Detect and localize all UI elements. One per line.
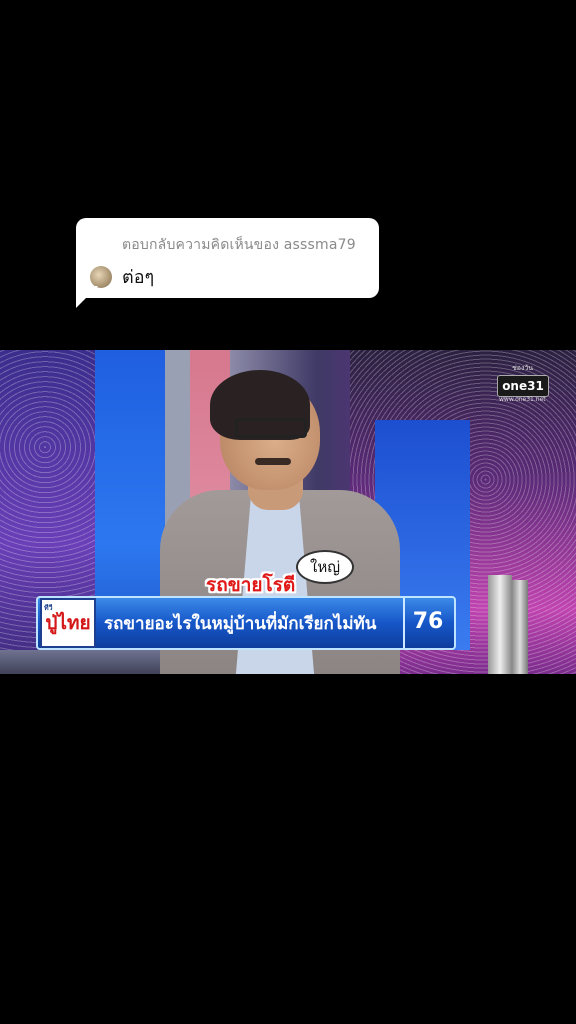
show-logo-small: ทีวี bbox=[44, 604, 53, 612]
glass-pole bbox=[488, 575, 512, 674]
reply-comment-text: ต่อๆ bbox=[122, 267, 155, 288]
reply-comment-bubble[interactable]: ตอบกลับความคิดเห็นของ asssma79 ต่อๆ bbox=[76, 218, 379, 298]
score-value: 76 bbox=[412, 609, 444, 634]
reply-row: ต่อๆ bbox=[90, 262, 365, 291]
contestant-name-tag: ใหญ่ bbox=[296, 550, 354, 584]
channel-url: www.one31.net bbox=[499, 396, 546, 403]
glasses bbox=[235, 418, 307, 438]
question-text: รถขายอะไรในหมู่บ้านที่มักเรียกไม่ทัน bbox=[104, 614, 377, 634]
contestant-desk bbox=[0, 650, 160, 674]
bubble-tail bbox=[76, 286, 98, 308]
channel-logo: one31 bbox=[497, 375, 549, 397]
reply-to-label: ตอบกลับความคิดเห็นของ asssma79 bbox=[122, 237, 356, 253]
mustache bbox=[255, 458, 291, 465]
glass-pole bbox=[512, 580, 528, 674]
avatar bbox=[90, 265, 112, 288]
channel-logo-top: ช่องวัน bbox=[512, 364, 534, 372]
bar-divider bbox=[403, 598, 405, 648]
